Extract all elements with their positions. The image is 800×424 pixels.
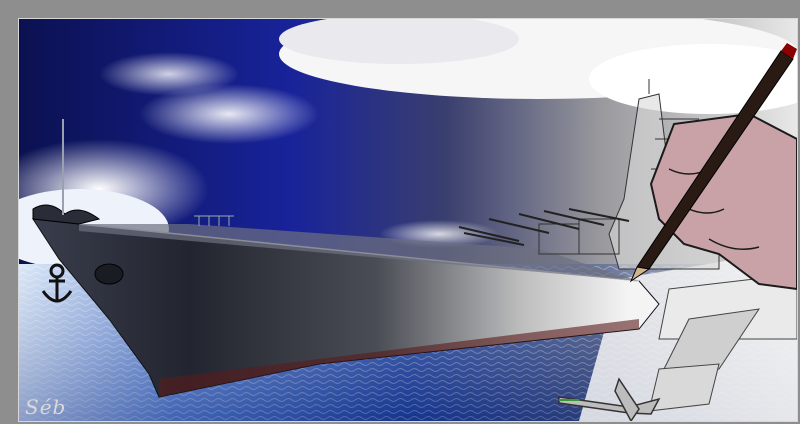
picture-frame: Séb xyxy=(0,0,800,424)
battleship-sketch-scene xyxy=(19,19,797,421)
artist-signature: Séb xyxy=(25,395,67,419)
artwork-canvas: Séb xyxy=(18,18,798,422)
